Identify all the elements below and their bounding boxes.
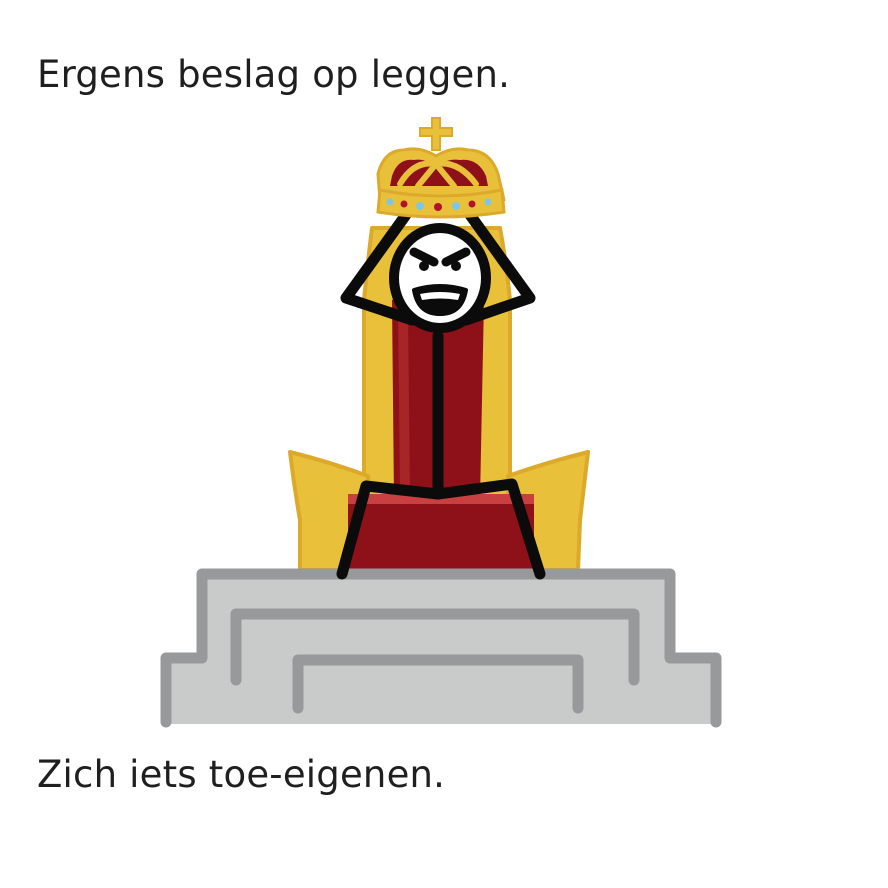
crown-pearl: [491, 173, 497, 179]
crown-pearl: [401, 151, 407, 157]
stick-figure-right-eye: [451, 261, 461, 271]
stick-figure-left-eye: [419, 261, 429, 271]
stick-figure-mouth: [412, 284, 468, 316]
crown-jewel: [434, 203, 442, 211]
crown-jewel: [484, 198, 492, 206]
crown-jewel: [468, 200, 476, 208]
crown-jewel: [416, 202, 424, 210]
crown-jewel: [400, 200, 408, 208]
caption-bottom: Zich iets toe-eigenen.: [37, 753, 446, 796]
throne-back-velvet-highlight: [398, 310, 410, 495]
crown-cross: [419, 117, 453, 151]
crown-jewel: [452, 202, 460, 210]
crown-jewel: [386, 198, 394, 206]
stone-steps: [160, 568, 722, 728]
crown: [376, 117, 506, 219]
crown-pearl: [381, 173, 387, 179]
throne-seat: [348, 494, 534, 570]
crown-pearl: [467, 151, 473, 157]
